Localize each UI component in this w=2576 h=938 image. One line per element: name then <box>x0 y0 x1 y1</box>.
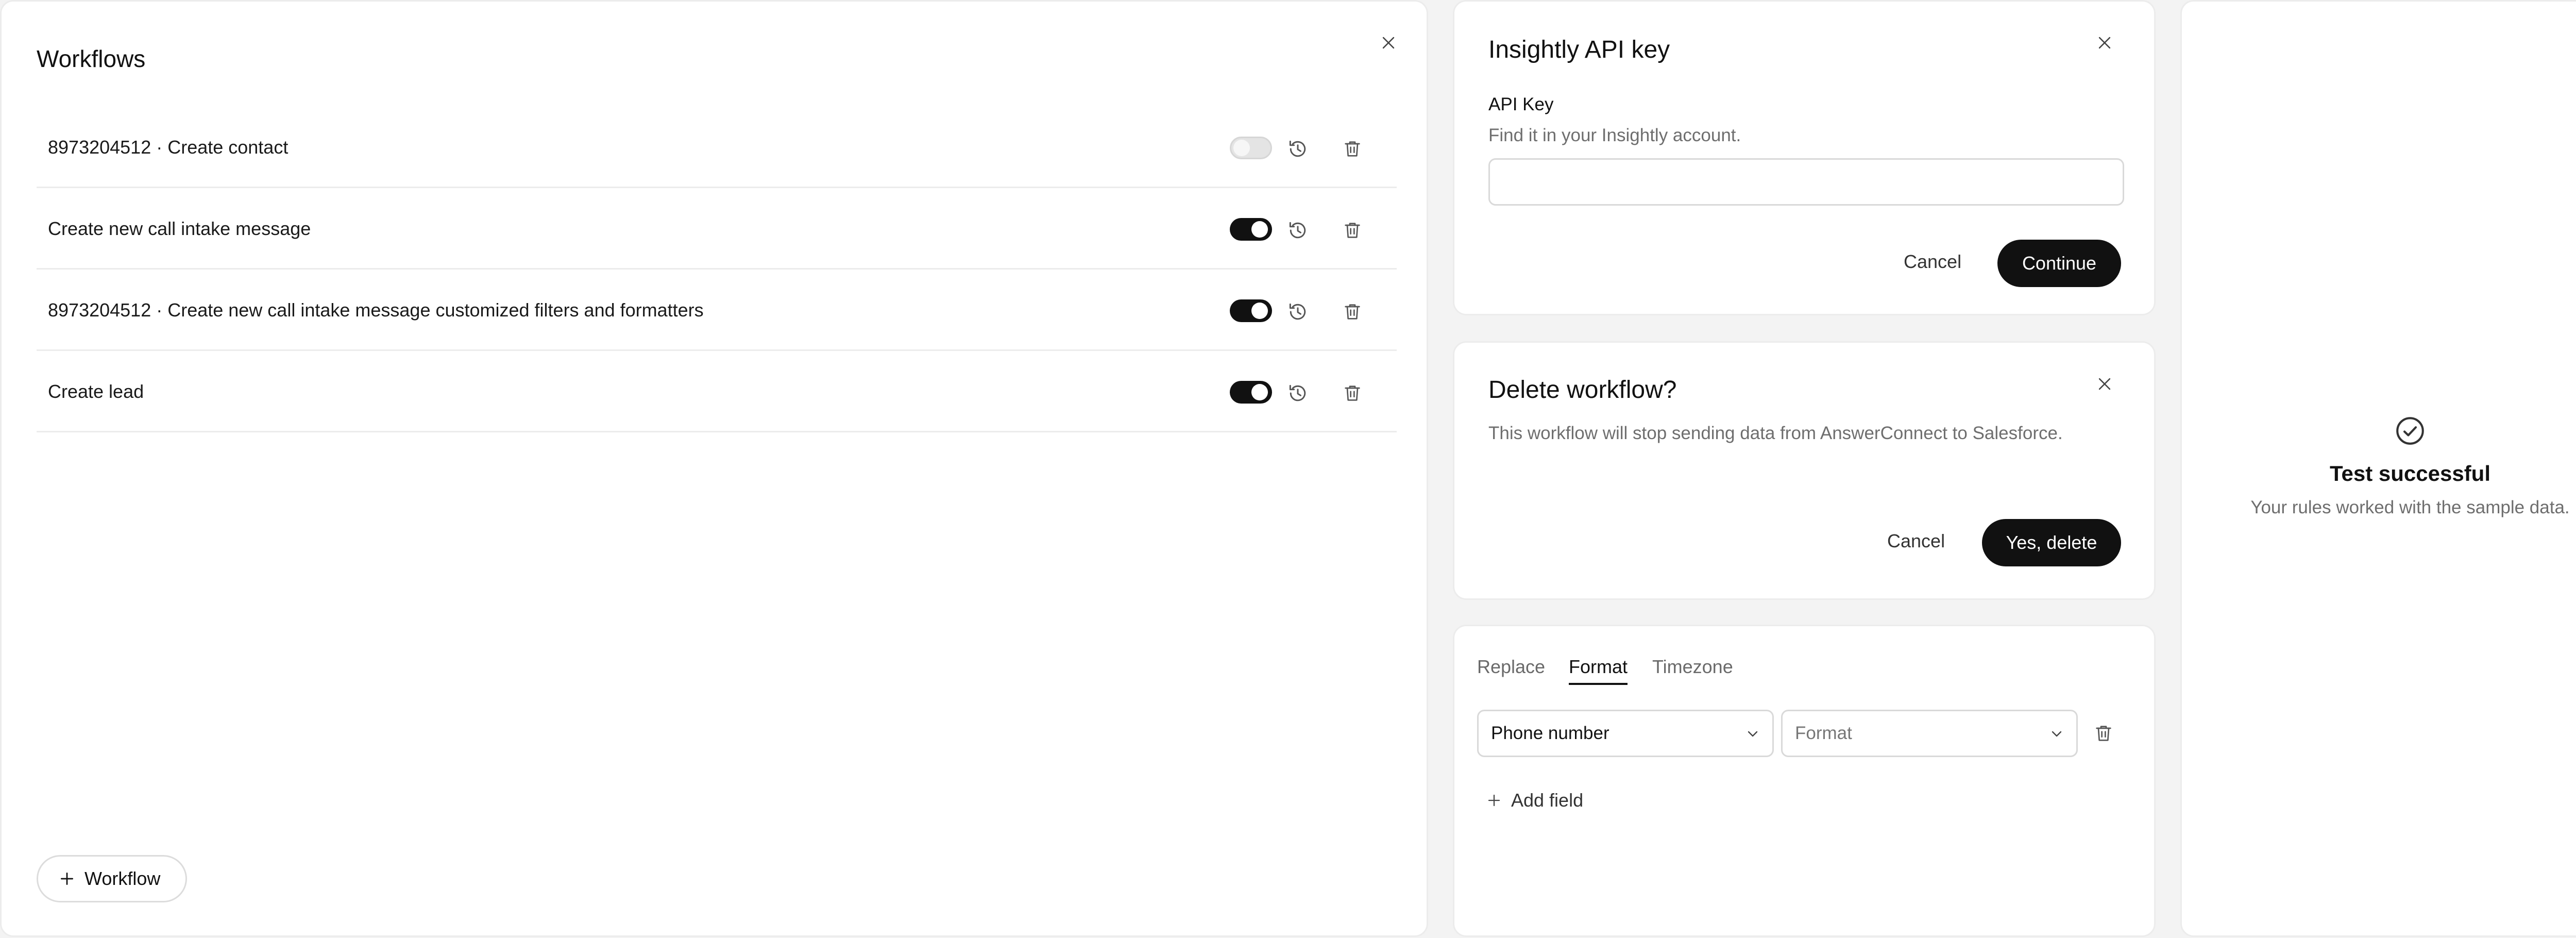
close-icon[interactable] <box>2090 370 2119 398</box>
field-select-value: Phone number <box>1491 723 1609 743</box>
trash-icon[interactable] <box>1338 216 1367 245</box>
tab-format[interactable]: Format <box>1569 656 1628 685</box>
workflow-name[interactable]: 8973204512 · Create new call intake mess… <box>48 299 704 321</box>
workflows-panel: Workflows 8973204512 · Create contact Cr… <box>0 0 1428 937</box>
tab-timezone[interactable]: Timezone <box>1652 656 1733 683</box>
tab-replace[interactable]: Replace <box>1477 656 1545 683</box>
api-key-input[interactable] <box>1488 158 2124 206</box>
formatter-panel: Replace Format Timezone Phone number For… <box>1453 625 2156 937</box>
workflow-name[interactable]: 8973204512 · Create contact <box>48 137 288 158</box>
api-key-dialog: Insightly API key API Key Find it in you… <box>1453 0 2156 315</box>
dialog-title: Delete workflow? <box>1488 376 1677 404</box>
toggle-knob <box>1233 140 1250 156</box>
test-result-panel: Test successful Your rules worked with t… <box>2180 0 2576 937</box>
close-icon[interactable] <box>1374 28 1403 57</box>
field-select[interactable]: Phone number <box>1477 710 1774 757</box>
workflow-row: 8973204512 · Create contact <box>37 107 1397 188</box>
history-icon[interactable] <box>1283 297 1312 326</box>
workflow-row: Create lead <box>37 351 1397 432</box>
workflow-toggle[interactable] <box>1230 299 1272 322</box>
trash-icon[interactable] <box>1338 379 1367 408</box>
cancel-button[interactable]: Cancel <box>1904 251 1961 273</box>
workflow-name[interactable]: Create new call intake message <box>48 218 311 240</box>
dialog-title: Insightly API key <box>1488 36 1670 63</box>
dialog-description: This workflow will stop sending data fro… <box>1488 423 2063 443</box>
toggle-knob <box>1251 221 1268 238</box>
workflows-title: Workflows <box>37 45 146 72</box>
api-key-hint: Find it in your Insightly account. <box>1488 125 1741 145</box>
trash-icon[interactable] <box>2089 719 2118 748</box>
workflow-name[interactable]: Create lead <box>48 381 144 403</box>
close-icon[interactable] <box>2090 28 2119 57</box>
workflow-toggle[interactable] <box>1230 381 1272 404</box>
continue-button[interactable]: Continue <box>1997 240 2121 287</box>
test-result-message: Your rules worked with the sample data. <box>2250 497 2570 517</box>
trash-icon[interactable] <box>1338 297 1367 326</box>
delete-workflow-dialog: Delete workflow? This workflow will stop… <box>1453 341 2156 600</box>
chevron-down-icon <box>1744 726 1761 742</box>
add-field-label: Add field <box>1511 790 1584 811</box>
add-workflow-button[interactable]: Workflow <box>37 855 187 902</box>
check-circle-icon <box>2393 414 2427 448</box>
format-select[interactable]: Format <box>1781 710 2078 757</box>
plus-icon <box>59 870 75 887</box>
chevron-down-icon <box>2048 726 2065 742</box>
confirm-delete-button[interactable]: Yes, delete <box>1982 519 2121 566</box>
api-key-label: API Key <box>1488 94 1554 114</box>
history-icon[interactable] <box>1283 379 1312 408</box>
history-icon[interactable] <box>1283 135 1312 163</box>
workflow-toggle[interactable] <box>1230 137 1272 159</box>
history-icon[interactable] <box>1283 216 1312 245</box>
trash-icon[interactable] <box>1338 135 1367 163</box>
format-select-placeholder: Format <box>1795 723 1852 743</box>
add-workflow-label: Workflow <box>84 868 161 889</box>
add-field-button[interactable]: Add field <box>1474 781 1596 820</box>
workflow-row: Create new call intake message <box>37 188 1397 270</box>
test-result-title: Test successful <box>2329 461 2491 485</box>
plus-icon <box>1486 793 1502 808</box>
workflow-toggle[interactable] <box>1230 218 1272 241</box>
toggle-knob <box>1251 384 1268 400</box>
cancel-button[interactable]: Cancel <box>1887 530 1945 552</box>
workflow-row: 8973204512 · Create new call intake mess… <box>37 270 1397 351</box>
toggle-knob <box>1251 303 1268 319</box>
